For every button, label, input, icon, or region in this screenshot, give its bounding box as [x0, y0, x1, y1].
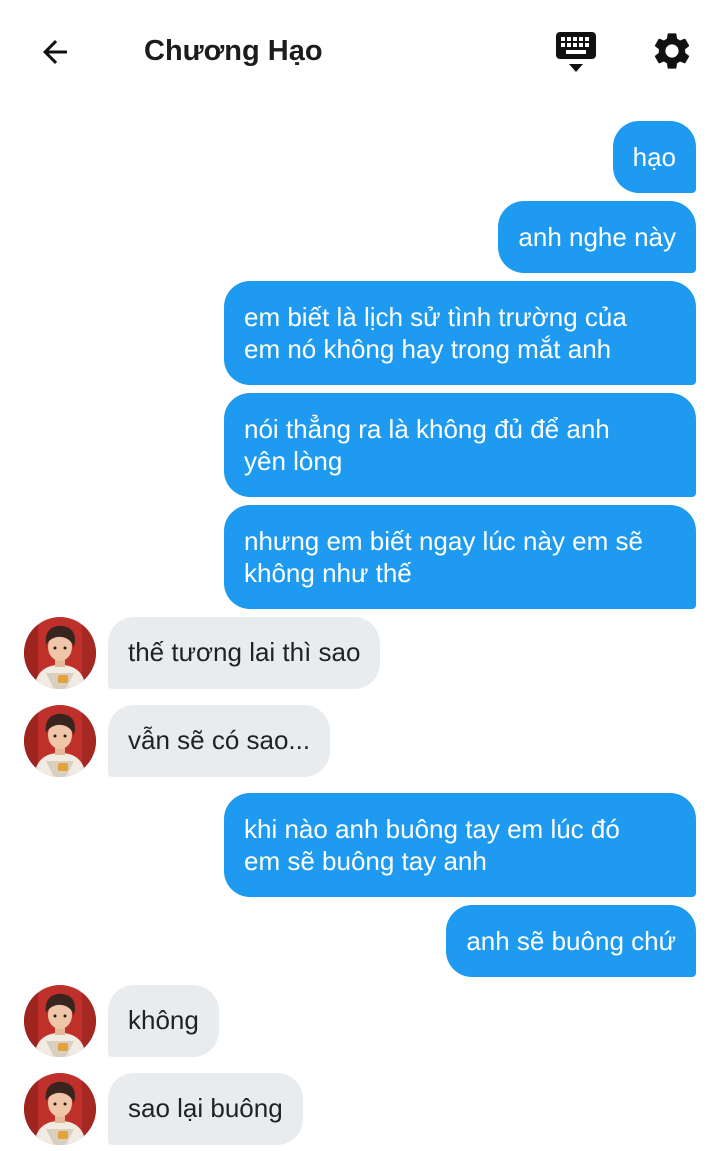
- chat-header: Chương Hạo: [0, 0, 720, 104]
- message-text-line: em biết là lịch sử tình trường của: [244, 302, 627, 332]
- avatar[interactable]: [24, 705, 96, 777]
- message-text-line: yên lòng: [244, 446, 343, 476]
- avatar[interactable]: [24, 1073, 96, 1145]
- incoming-message-bubble[interactable]: thế tương lai thì sao: [108, 617, 381, 689]
- avatar[interactable]: [24, 617, 96, 689]
- outgoing-message-bubble[interactable]: anh nghe này: [498, 201, 696, 273]
- back-button[interactable]: [32, 30, 78, 74]
- message-text-line: nói thẳng ra là không đủ để anh: [244, 414, 610, 444]
- incoming-message-bubble[interactable]: không: [108, 985, 219, 1057]
- settings-button[interactable]: [648, 27, 696, 75]
- message-text-line: nhưng em biết ngay lúc này em sẽ: [244, 526, 643, 556]
- avatar[interactable]: [24, 985, 96, 1057]
- outgoing-message-bubble[interactable]: khi nào anh buông tay em lúc đó em sẽ bu…: [224, 793, 696, 897]
- contact-name: Chương Hạo: [144, 35, 323, 67]
- outgoing-message-bubble[interactable]: em biết là lịch sử tình trường của em nó…: [224, 281, 696, 385]
- message-text: sao lại buông: [128, 1093, 283, 1123]
- outgoing-message-bubble[interactable]: nói thẳng ra là không đủ để anh yên lòng: [224, 393, 696, 497]
- outgoing-message-bubble[interactable]: anh sẽ buông chứ: [446, 905, 696, 977]
- message-text: vẫn sẽ có sao...: [128, 725, 311, 755]
- message-text-line: không như thế: [244, 558, 412, 588]
- gear-icon: [654, 33, 690, 69]
- outgoing-message-bubble[interactable]: nhưng em biết ngay lúc này em sẽ không n…: [224, 505, 696, 609]
- arrow-left-icon: [43, 40, 67, 64]
- message-text-line: em sẽ buông tay anh: [244, 846, 487, 876]
- keyboard-button[interactable]: [552, 28, 600, 76]
- message-text-line: em nó không hay trong mắt anh: [244, 334, 612, 364]
- outgoing-message-bubble[interactable]: hạo: [612, 121, 696, 193]
- message-text: hạo: [632, 142, 676, 172]
- message-text: anh sẽ buông chứ: [466, 926, 676, 956]
- message-text: thế tương lai thì sao: [128, 637, 361, 667]
- message-text-line: khi nào anh buông tay em lúc đó: [244, 814, 620, 844]
- incoming-message-bubble[interactable]: vẫn sẽ có sao...: [108, 705, 331, 777]
- message-text: anh nghe này: [518, 222, 676, 252]
- incoming-message-bubble[interactable]: sao lại buông: [108, 1073, 303, 1145]
- message-text: không: [128, 1005, 199, 1035]
- keyboard-icon: [556, 32, 596, 72]
